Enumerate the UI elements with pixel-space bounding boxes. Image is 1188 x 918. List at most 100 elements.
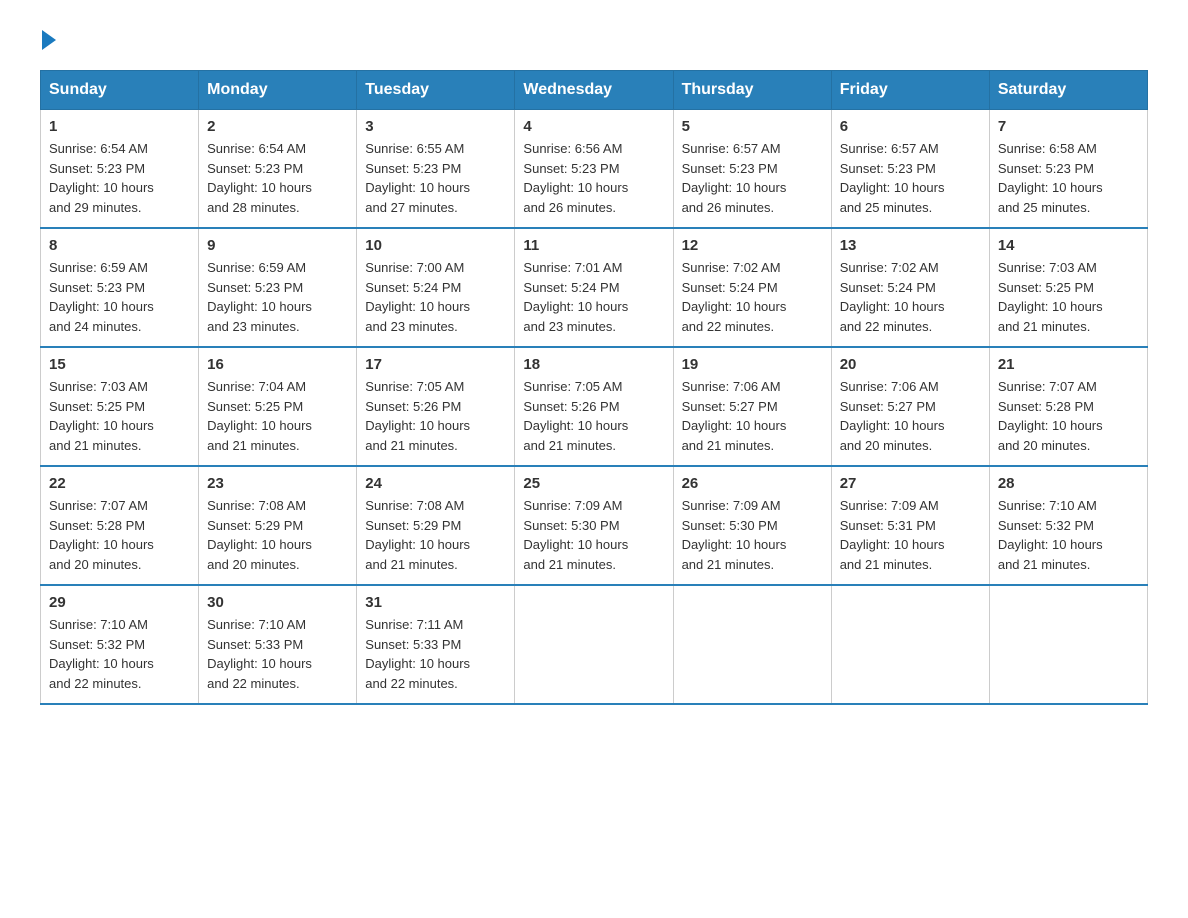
calendar-cell: 27 Sunrise: 7:09 AMSunset: 5:31 PMDaylig… xyxy=(831,466,989,585)
week-row-5: 29 Sunrise: 7:10 AMSunset: 5:32 PMDaylig… xyxy=(41,585,1148,704)
calendar-cell: 22 Sunrise: 7:07 AMSunset: 5:28 PMDaylig… xyxy=(41,466,199,585)
calendar-cell: 31 Sunrise: 7:11 AMSunset: 5:33 PMDaylig… xyxy=(357,585,515,704)
day-number: 21 xyxy=(998,356,1139,373)
calendar-cell: 24 Sunrise: 7:08 AMSunset: 5:29 PMDaylig… xyxy=(357,466,515,585)
calendar-cell: 18 Sunrise: 7:05 AMSunset: 5:26 PMDaylig… xyxy=(515,347,673,466)
day-number: 17 xyxy=(365,356,506,373)
day-number: 9 xyxy=(207,237,348,254)
calendar-cell: 14 Sunrise: 7:03 AMSunset: 5:25 PMDaylig… xyxy=(989,228,1147,347)
calendar-cell: 26 Sunrise: 7:09 AMSunset: 5:30 PMDaylig… xyxy=(673,466,831,585)
day-info: Sunrise: 7:04 AMSunset: 5:25 PMDaylight:… xyxy=(207,379,312,453)
calendar-cell: 19 Sunrise: 7:06 AMSunset: 5:27 PMDaylig… xyxy=(673,347,831,466)
day-info: Sunrise: 6:58 AMSunset: 5:23 PMDaylight:… xyxy=(998,141,1103,215)
day-number: 28 xyxy=(998,475,1139,492)
day-number: 11 xyxy=(523,237,664,254)
day-number: 19 xyxy=(682,356,823,373)
day-number: 1 xyxy=(49,118,190,135)
day-number: 13 xyxy=(840,237,981,254)
calendar-cell: 30 Sunrise: 7:10 AMSunset: 5:33 PMDaylig… xyxy=(199,585,357,704)
calendar-cell xyxy=(831,585,989,704)
day-info: Sunrise: 6:59 AMSunset: 5:23 PMDaylight:… xyxy=(207,260,312,334)
header-monday: Monday xyxy=(199,71,357,110)
day-number: 23 xyxy=(207,475,348,492)
day-info: Sunrise: 7:03 AMSunset: 5:25 PMDaylight:… xyxy=(998,260,1103,334)
day-number: 15 xyxy=(49,356,190,373)
calendar-cell: 9 Sunrise: 6:59 AMSunset: 5:23 PMDayligh… xyxy=(199,228,357,347)
header-friday: Friday xyxy=(831,71,989,110)
day-number: 10 xyxy=(365,237,506,254)
calendar-cell: 20 Sunrise: 7:06 AMSunset: 5:27 PMDaylig… xyxy=(831,347,989,466)
day-info: Sunrise: 7:10 AMSunset: 5:33 PMDaylight:… xyxy=(207,617,312,691)
day-info: Sunrise: 7:06 AMSunset: 5:27 PMDaylight:… xyxy=(840,379,945,453)
day-info: Sunrise: 7:07 AMSunset: 5:28 PMDaylight:… xyxy=(998,379,1103,453)
day-number: 5 xyxy=(682,118,823,135)
calendar-cell: 21 Sunrise: 7:07 AMSunset: 5:28 PMDaylig… xyxy=(989,347,1147,466)
day-info: Sunrise: 7:02 AMSunset: 5:24 PMDaylight:… xyxy=(682,260,787,334)
day-info: Sunrise: 6:54 AMSunset: 5:23 PMDaylight:… xyxy=(207,141,312,215)
day-info: Sunrise: 7:09 AMSunset: 5:31 PMDaylight:… xyxy=(840,498,945,572)
calendar-cell: 29 Sunrise: 7:10 AMSunset: 5:32 PMDaylig… xyxy=(41,585,199,704)
day-info: Sunrise: 7:07 AMSunset: 5:28 PMDaylight:… xyxy=(49,498,154,572)
calendar-cell: 4 Sunrise: 6:56 AMSunset: 5:23 PMDayligh… xyxy=(515,110,673,229)
calendar-cell: 28 Sunrise: 7:10 AMSunset: 5:32 PMDaylig… xyxy=(989,466,1147,585)
calendar-cell: 3 Sunrise: 6:55 AMSunset: 5:23 PMDayligh… xyxy=(357,110,515,229)
page-header xyxy=(40,30,1148,50)
day-number: 4 xyxy=(523,118,664,135)
calendar-cell: 23 Sunrise: 7:08 AMSunset: 5:29 PMDaylig… xyxy=(199,466,357,585)
day-info: Sunrise: 7:11 AMSunset: 5:33 PMDaylight:… xyxy=(365,617,470,691)
calendar-cell: 1 Sunrise: 6:54 AMSunset: 5:23 PMDayligh… xyxy=(41,110,199,229)
calendar-cell: 7 Sunrise: 6:58 AMSunset: 5:23 PMDayligh… xyxy=(989,110,1147,229)
calendar-cell xyxy=(673,585,831,704)
header-tuesday: Tuesday xyxy=(357,71,515,110)
day-info: Sunrise: 7:06 AMSunset: 5:27 PMDaylight:… xyxy=(682,379,787,453)
day-info: Sunrise: 7:01 AMSunset: 5:24 PMDaylight:… xyxy=(523,260,628,334)
logo xyxy=(40,30,58,50)
day-number: 14 xyxy=(998,237,1139,254)
calendar-cell: 10 Sunrise: 7:00 AMSunset: 5:24 PMDaylig… xyxy=(357,228,515,347)
week-row-3: 15 Sunrise: 7:03 AMSunset: 5:25 PMDaylig… xyxy=(41,347,1148,466)
day-number: 18 xyxy=(523,356,664,373)
calendar-cell: 6 Sunrise: 6:57 AMSunset: 5:23 PMDayligh… xyxy=(831,110,989,229)
calendar-cell xyxy=(515,585,673,704)
day-number: 26 xyxy=(682,475,823,492)
day-info: Sunrise: 6:54 AMSunset: 5:23 PMDaylight:… xyxy=(49,141,154,215)
day-number: 30 xyxy=(207,594,348,611)
calendar-cell: 25 Sunrise: 7:09 AMSunset: 5:30 PMDaylig… xyxy=(515,466,673,585)
day-number: 20 xyxy=(840,356,981,373)
day-number: 6 xyxy=(840,118,981,135)
day-info: Sunrise: 6:57 AMSunset: 5:23 PMDaylight:… xyxy=(840,141,945,215)
day-info: Sunrise: 7:09 AMSunset: 5:30 PMDaylight:… xyxy=(682,498,787,572)
day-number: 8 xyxy=(49,237,190,254)
calendar-cell: 12 Sunrise: 7:02 AMSunset: 5:24 PMDaylig… xyxy=(673,228,831,347)
logo-arrow-icon xyxy=(42,30,56,50)
header-wednesday: Wednesday xyxy=(515,71,673,110)
header-saturday: Saturday xyxy=(989,71,1147,110)
week-row-2: 8 Sunrise: 6:59 AMSunset: 5:23 PMDayligh… xyxy=(41,228,1148,347)
calendar-cell: 8 Sunrise: 6:59 AMSunset: 5:23 PMDayligh… xyxy=(41,228,199,347)
calendar-cell: 5 Sunrise: 6:57 AMSunset: 5:23 PMDayligh… xyxy=(673,110,831,229)
header-thursday: Thursday xyxy=(673,71,831,110)
day-number: 2 xyxy=(207,118,348,135)
header-sunday: Sunday xyxy=(41,71,199,110)
day-info: Sunrise: 7:00 AMSunset: 5:24 PMDaylight:… xyxy=(365,260,470,334)
day-info: Sunrise: 7:08 AMSunset: 5:29 PMDaylight:… xyxy=(207,498,312,572)
day-number: 16 xyxy=(207,356,348,373)
day-number: 31 xyxy=(365,594,506,611)
day-info: Sunrise: 6:56 AMSunset: 5:23 PMDaylight:… xyxy=(523,141,628,215)
calendar-cell xyxy=(989,585,1147,704)
day-info: Sunrise: 6:55 AMSunset: 5:23 PMDaylight:… xyxy=(365,141,470,215)
calendar-cell: 15 Sunrise: 7:03 AMSunset: 5:25 PMDaylig… xyxy=(41,347,199,466)
week-row-4: 22 Sunrise: 7:07 AMSunset: 5:28 PMDaylig… xyxy=(41,466,1148,585)
calendar-cell: 16 Sunrise: 7:04 AMSunset: 5:25 PMDaylig… xyxy=(199,347,357,466)
day-info: Sunrise: 7:10 AMSunset: 5:32 PMDaylight:… xyxy=(49,617,154,691)
day-info: Sunrise: 7:05 AMSunset: 5:26 PMDaylight:… xyxy=(523,379,628,453)
day-number: 29 xyxy=(49,594,190,611)
day-number: 25 xyxy=(523,475,664,492)
calendar-cell: 17 Sunrise: 7:05 AMSunset: 5:26 PMDaylig… xyxy=(357,347,515,466)
day-number: 12 xyxy=(682,237,823,254)
calendar-cell: 2 Sunrise: 6:54 AMSunset: 5:23 PMDayligh… xyxy=(199,110,357,229)
day-info: Sunrise: 6:59 AMSunset: 5:23 PMDaylight:… xyxy=(49,260,154,334)
day-info: Sunrise: 7:10 AMSunset: 5:32 PMDaylight:… xyxy=(998,498,1103,572)
week-row-1: 1 Sunrise: 6:54 AMSunset: 5:23 PMDayligh… xyxy=(41,110,1148,229)
calendar-table: SundayMondayTuesdayWednesdayThursdayFrid… xyxy=(40,70,1148,705)
